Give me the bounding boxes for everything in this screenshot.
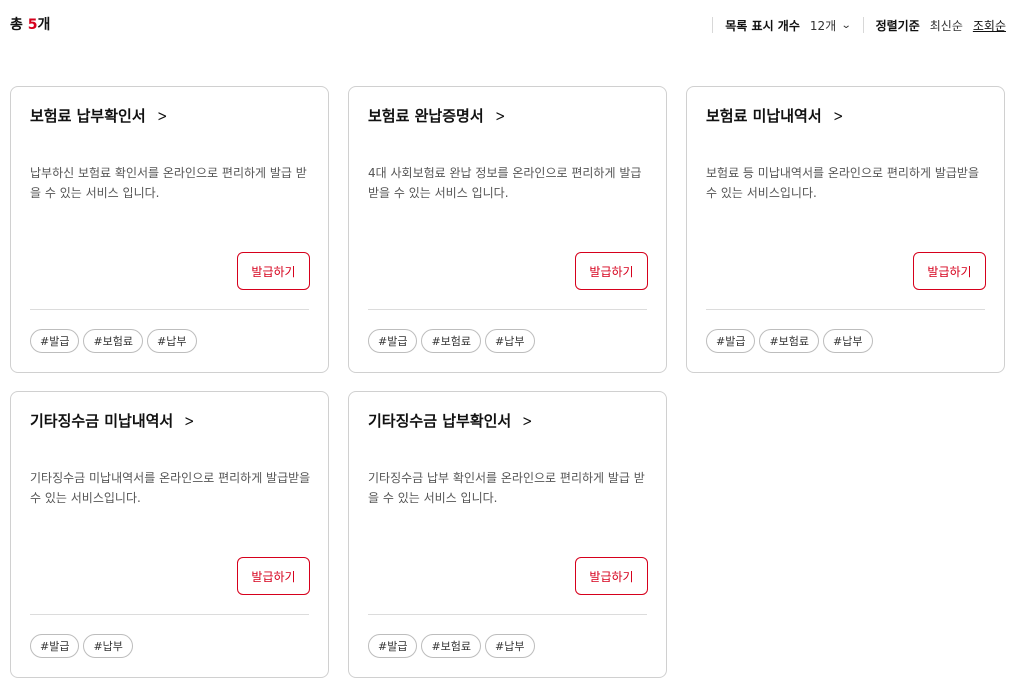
tag-list: #발급 #보험료 #납부 xyxy=(368,634,539,658)
service-card: 보험료 완납증명서 > 4대 사회보험료 완납 정보를 온라인으로 편리하게 발… xyxy=(348,86,667,373)
card-description: 기타징수금 미납내역서를 온라인으로 편리하게 발급받을 수 있는 서비스입니다… xyxy=(30,471,311,505)
card-title: 보험료 미납내역서 xyxy=(706,107,822,125)
card-title: 기타징수금 미납내역서 xyxy=(30,412,174,430)
divider xyxy=(712,17,714,33)
card-title-link[interactable]: 보험료 미납내역서 > xyxy=(706,105,844,126)
tag[interactable]: #납부 xyxy=(485,329,535,353)
tag[interactable]: #보험료 xyxy=(421,634,482,658)
tag-list: #발급 #납부 xyxy=(30,634,137,658)
card-title-link[interactable]: 보험료 납부확인서 > xyxy=(30,105,168,126)
list-count-select[interactable]: 12개 ⌄ xyxy=(809,17,852,34)
tag-list: #발급 #보험료 #납부 xyxy=(30,329,201,353)
tag[interactable]: #발급 xyxy=(368,329,418,353)
card-title-link[interactable]: 보험료 완납증명서 > xyxy=(368,105,506,126)
divider xyxy=(862,17,864,33)
tag[interactable]: #보험료 xyxy=(759,329,820,353)
divider xyxy=(368,614,647,615)
tag-list: #발급 #보험료 #납부 xyxy=(368,329,539,353)
sort-label: 정렬기준 xyxy=(875,18,920,33)
total-count-number: 5 xyxy=(27,17,38,33)
chevron-down-icon: ⌄ xyxy=(840,19,852,31)
tag[interactable]: #발급 xyxy=(368,634,418,658)
service-card: 보험료 납부확인서 > 납부하신 보험료 확인서를 온라인으로 편리하게 발급 … xyxy=(10,86,329,373)
issue-button[interactable]: 발급하기 xyxy=(575,252,648,290)
service-card: 보험료 미납내역서 > 보험료 등 미납내역서를 온라인으로 편리하게 발급받을… xyxy=(686,86,1005,373)
chevron-right-icon: > xyxy=(494,106,505,125)
chevron-right-icon: > xyxy=(156,106,167,125)
tag-list: #발급 #보험료 #납부 xyxy=(706,329,877,353)
tag[interactable]: #납부 xyxy=(823,329,873,353)
sort-option-latest[interactable]: 최신순 xyxy=(930,17,963,34)
tag[interactable]: #납부 xyxy=(147,329,197,353)
sort-option-views[interactable]: 조회순 xyxy=(973,17,1006,34)
card-description: 납부하신 보험료 확인서를 온라인으로 편리하게 발급 받을 수 있는 서비스 … xyxy=(30,166,307,200)
card-title: 보험료 납부확인서 xyxy=(30,107,146,125)
issue-button[interactable]: 발급하기 xyxy=(237,252,310,290)
total-prefix: 총 xyxy=(10,17,28,33)
tag[interactable]: #납부 xyxy=(485,634,535,658)
issue-button[interactable]: 발급하기 xyxy=(237,557,310,595)
tag[interactable]: #발급 xyxy=(706,329,756,353)
tag[interactable]: #보험료 xyxy=(83,329,144,353)
divider xyxy=(706,309,985,310)
list-header: 총 5개 목록 표시 개수 12개 ⌄ 정렬기준 최신순 조회순 xyxy=(0,0,1024,50)
list-count-value: 12개 xyxy=(809,18,837,33)
issue-button[interactable]: 발급하기 xyxy=(913,252,986,290)
divider xyxy=(368,309,647,310)
chevron-right-icon: > xyxy=(522,411,533,430)
card-title: 보험료 완납증명서 xyxy=(368,107,484,125)
tag[interactable]: #발급 xyxy=(30,634,80,658)
service-card: 기타징수금 미납내역서 > 기타징수금 미납내역서를 온라인으로 편리하게 발급… xyxy=(10,391,329,678)
tag[interactable]: #발급 xyxy=(30,329,80,353)
tag[interactable]: #납부 xyxy=(83,634,133,658)
chevron-right-icon: > xyxy=(832,106,843,125)
divider xyxy=(30,614,309,615)
card-description: 기타징수금 납부 확인서를 온라인으로 편리하게 발급 받을 수 있는 서비스 … xyxy=(368,471,645,505)
total-suffix: 개 xyxy=(37,17,51,33)
list-controls: 목록 표시 개수 12개 ⌄ 정렬기준 최신순 조회순 xyxy=(700,16,1006,34)
card-description: 4대 사회보험료 완납 정보를 온라인으로 편리하게 발급받을 수 있는 서비스… xyxy=(368,166,642,200)
service-card: 기타징수금 납부확인서 > 기타징수금 납부 확인서를 온라인으로 편리하게 발… xyxy=(348,391,667,678)
chevron-right-icon: > xyxy=(184,411,195,430)
issue-button[interactable]: 발급하기 xyxy=(575,557,648,595)
divider xyxy=(30,309,309,310)
card-title: 기타징수금 납부확인서 xyxy=(368,412,512,430)
card-description: 보험료 등 미납내역서를 온라인으로 편리하게 발급받을 수 있는 서비스입니다… xyxy=(706,166,979,200)
card-title-link[interactable]: 기타징수금 미납내역서 > xyxy=(30,410,196,431)
list-count-label: 목록 표시 개수 xyxy=(725,18,800,33)
tag[interactable]: #보험료 xyxy=(421,329,482,353)
total-count: 총 5개 xyxy=(10,14,50,34)
card-title-link[interactable]: 기타징수금 납부확인서 > xyxy=(368,410,534,431)
